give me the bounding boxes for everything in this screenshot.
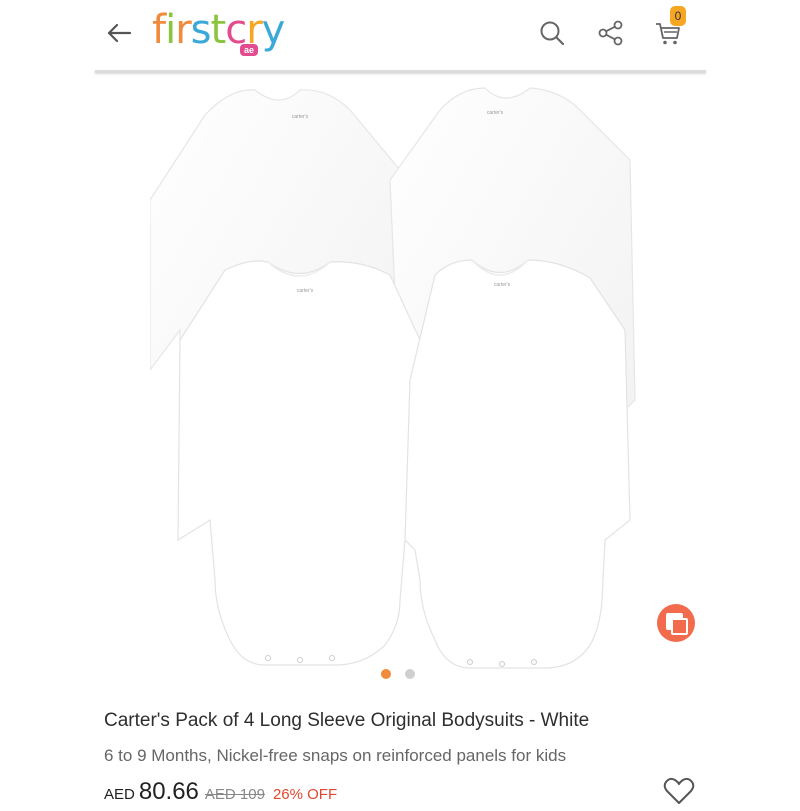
product-title: Carter's Pack of 4 Long Sleeve Original …	[104, 710, 590, 731]
price-currency: AED	[104, 786, 135, 803]
original-price: AED 109	[204, 786, 265, 803]
brand-tag-4: carter's	[494, 282, 511, 288]
price-row: AED 80.66 AED 109 26% OFF	[104, 778, 337, 808]
carousel-dot-1[interactable]	[381, 669, 391, 679]
product-subtitle: 6 to 9 Months, Nickel-free snaps on rein…	[104, 746, 567, 765]
search-icon	[540, 21, 565, 46]
product-image[interactable]: carter's carter's carter's carter's	[150, 80, 650, 690]
gallery-view-button[interactable]	[657, 604, 695, 642]
bodysuit-front-left: carter's	[177, 260, 446, 666]
current-price: 80.66	[138, 778, 199, 805]
brand-tag-3: carter's	[297, 288, 314, 294]
share-icon	[598, 20, 623, 46]
firstcry-logo[interactable]: firstcry ae	[152, 6, 285, 62]
brand-tag-2: carter's	[487, 110, 504, 116]
back-arrow-icon	[107, 23, 132, 43]
brand-tag-1: carter's	[292, 114, 309, 120]
wishlist-button[interactable]	[662, 776, 696, 806]
logo-country-badge: ae	[240, 44, 259, 56]
discount-badge: 26% OFF	[272, 786, 338, 803]
bodysuit-front-right: carter's	[404, 259, 631, 669]
search-button[interactable]	[537, 18, 567, 48]
logo-wordmark: firstcry	[152, 7, 285, 53]
heart-icon	[663, 777, 695, 804]
share-button[interactable]	[596, 18, 626, 48]
header-divider	[95, 70, 706, 73]
cart-count-badge: 0	[670, 6, 686, 26]
carousel-dot-2[interactable]	[405, 669, 415, 679]
back-button[interactable]	[104, 18, 134, 48]
